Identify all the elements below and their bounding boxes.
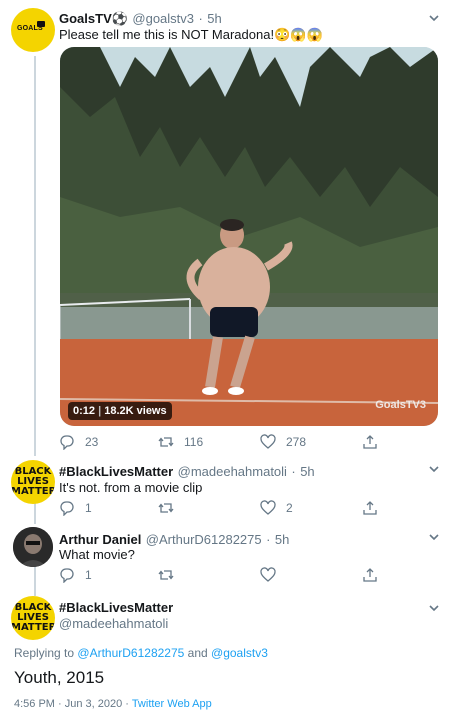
heart-icon — [260, 500, 276, 515]
retweet-count: 116 — [184, 435, 204, 449]
share-button[interactable] — [362, 434, 378, 450]
tweet-text: Please tell me this is NOT Maradona!😳😱😱 — [59, 27, 323, 42]
video-thumbnail — [60, 47, 438, 426]
tweet-header: #BlackLivesMatter @madeehahmatoli · 5h — [59, 463, 315, 481]
like-count: 278 — [286, 435, 307, 449]
share-icon — [363, 435, 377, 449]
handle[interactable]: @ArthurD61282275 — [146, 532, 262, 547]
source-link[interactable]: Twitter Web App — [132, 698, 212, 710]
avatar[interactable]: BLACK LIVES MATTER — [11, 460, 55, 504]
display-name[interactable]: #BlackLivesMatter — [59, 600, 173, 615]
share-icon — [363, 568, 377, 582]
chevron-down-icon[interactable] — [428, 531, 440, 543]
thread-line — [34, 56, 36, 456]
mention-link[interactable]: @goalstv3 — [211, 646, 268, 660]
video-views: 18.2K views — [104, 405, 167, 417]
replying-to-and: and — [187, 646, 208, 660]
retweet-button[interactable] — [158, 567, 174, 583]
handle[interactable]: @madeehahmatoli — [59, 616, 168, 631]
tv-icon — [37, 21, 45, 27]
chevron-down-icon[interactable] — [428, 602, 440, 614]
avatar-photo — [13, 527, 53, 567]
display-name[interactable]: #BlackLivesMatter — [59, 464, 173, 479]
share-button[interactable] — [362, 567, 378, 583]
timestamp[interactable]: 5h — [275, 532, 289, 547]
separator-dot: · — [198, 11, 203, 26]
retweet-button[interactable]: 116 — [158, 434, 203, 450]
tweet-text: What movie? — [59, 547, 135, 562]
mention-link[interactable]: @ArthurD61282275 — [77, 646, 184, 660]
handle[interactable]: @goalstv3 — [132, 11, 194, 26]
avatar[interactable]: GOALS — [11, 8, 55, 52]
video-watermark: GoalsTV3 — [375, 399, 426, 411]
retweet-button[interactable] — [158, 500, 174, 516]
replying-to: Replying to @ArthurD61282275 and @goalst… — [14, 646, 268, 660]
timestamp[interactable]: 5h — [207, 11, 221, 26]
tweet-text: It's not. from a movie clip — [59, 480, 203, 495]
avatar-label: MATTER — [11, 486, 55, 497]
tweet-timestamp[interactable]: 4:56 PM · Jun 3, 2020 · — [14, 698, 129, 710]
video-duration: 0:12 — [73, 405, 96, 417]
share-icon — [363, 501, 377, 515]
reply-button[interactable]: 1 — [59, 500, 92, 516]
tweet-text: Youth, 2015 — [14, 668, 105, 687]
video-player[interactable]: 0:12 | 18.2K views GoalsTV3 — [60, 47, 438, 426]
reply-button[interactable]: 23 — [59, 434, 98, 450]
replying-to-label: Replying to — [14, 646, 75, 660]
separator-dot: · — [291, 464, 296, 479]
avatar-label: MATTER — [11, 622, 55, 633]
heart-icon — [260, 567, 276, 582]
tweet-meta: 4:56 PM · Jun 3, 2020 · Twitter Web App — [14, 698, 212, 710]
reply-count: 23 — [85, 435, 99, 449]
display-name[interactable]: Arthur Daniel — [59, 532, 141, 547]
avatar[interactable]: BLACK LIVES MATTER — [11, 596, 55, 640]
separator-dot: · — [266, 532, 271, 547]
reply-icon — [60, 435, 74, 450]
retweet-icon — [158, 503, 174, 513]
chevron-down-icon[interactable] — [428, 12, 440, 24]
reply-count: 1 — [85, 568, 92, 582]
display-name[interactable]: GoalsTV⚽ — [59, 11, 128, 26]
thread-line — [34, 566, 36, 596]
handle[interactable]: @madeehahmatoli — [178, 464, 287, 479]
video-stats-badge: 0:12 | 18.2K views — [68, 402, 172, 420]
share-button[interactable] — [362, 500, 378, 516]
like-button[interactable]: 2 — [260, 500, 293, 516]
timestamp[interactable]: 5h — [300, 464, 314, 479]
retweet-icon — [158, 570, 174, 580]
like-button[interactable]: 278 — [260, 434, 306, 450]
retweet-icon — [158, 437, 174, 447]
avatar[interactable] — [13, 527, 53, 567]
like-button[interactable] — [260, 567, 276, 583]
reply-icon — [60, 501, 74, 516]
like-count: 2 — [286, 501, 293, 515]
reply-count: 1 — [85, 501, 92, 515]
reply-icon — [60, 568, 74, 583]
reply-button[interactable]: 1 — [59, 567, 92, 583]
tweet-header: GoalsTV⚽ @goalstv3 · 5h — [59, 10, 222, 28]
chevron-down-icon[interactable] — [428, 463, 440, 475]
heart-icon — [260, 434, 276, 449]
